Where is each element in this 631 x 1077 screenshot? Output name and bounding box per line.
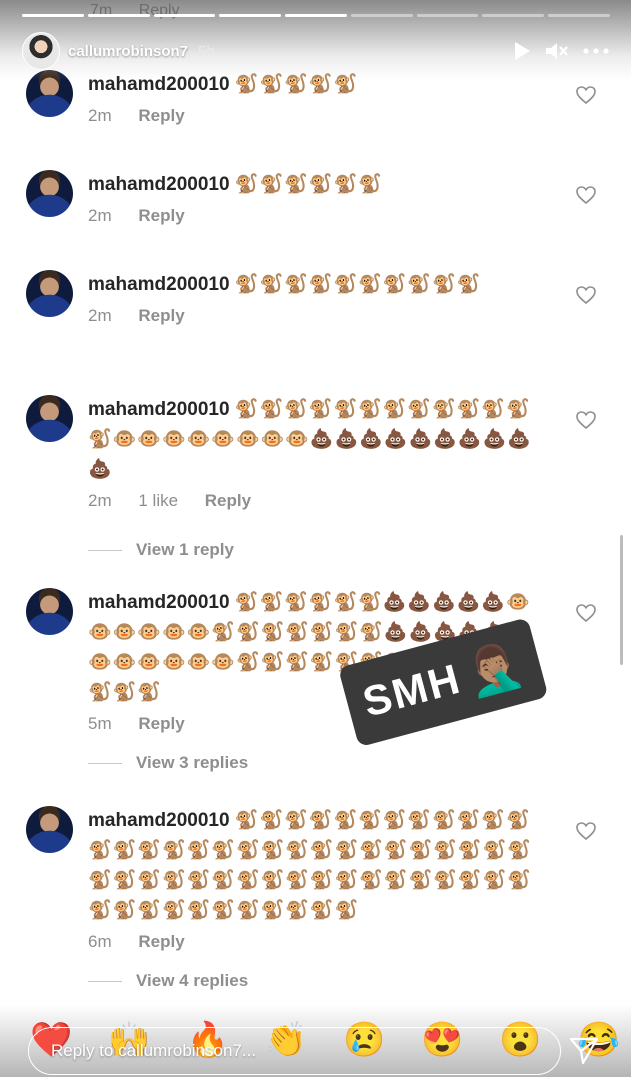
commenter-avatar[interactable] — [26, 270, 73, 317]
comment-reply-button[interactable]: Reply — [138, 714, 184, 733]
comment-time: 6m — [88, 932, 112, 951]
comment-meta: 2m Reply — [88, 106, 538, 126]
sticker-text: SMH — [357, 654, 466, 726]
comment-meta: 2m Reply — [88, 206, 538, 226]
comment-emoji: 🐒🐒🐒🐒🐒🐒 — [234, 174, 383, 195]
comment-time: 2m — [88, 206, 112, 225]
comment-time: 2m — [88, 106, 112, 125]
commenter-username[interactable]: mahamd200010 — [88, 810, 230, 831]
comment-reply-button[interactable]: Reply — [138, 106, 184, 125]
comment-likes[interactable]: 1 like — [138, 491, 178, 510]
story-author-username[interactable]: callumrobinson7 — [68, 43, 188, 60]
previous-comment-meta: 7m Reply — [90, 2, 202, 20]
story-progress-segment — [482, 14, 545, 17]
heart-icon[interactable] — [576, 86, 596, 109]
replies-divider — [88, 549, 122, 551]
comment-text: mahamd200010 🐒🐒🐒🐒🐒🐒 — [88, 170, 538, 200]
story-header: callumrobinson7 5h — [22, 32, 609, 70]
story-progress-segment — [548, 14, 611, 17]
story-controls — [513, 41, 609, 61]
commenter-username[interactable]: mahamd200010 — [88, 399, 230, 420]
comment-text: mahamd200010 🐒🐒🐒🐒🐒🐒🐒🐒🐒🐒🐒🐒🐒🐵🐵🐵🐵🐵🐵🐵🐵💩💩💩💩💩💩… — [88, 395, 538, 485]
comment-meta: 2m Reply — [88, 306, 538, 326]
commenter-avatar[interactable] — [26, 806, 73, 853]
comments-scrollbar[interactable] — [620, 535, 623, 665]
reply-placeholder: Reply to callumrobinson7... — [51, 1041, 257, 1060]
view-replies-link[interactable]: View 1 reply — [88, 540, 234, 560]
heart-icon[interactable] — [576, 822, 596, 845]
heart-icon[interactable] — [576, 286, 596, 309]
heart-icon[interactable] — [576, 411, 596, 434]
comment-emoji: 🐒🐒🐒🐒🐒🐒🐒🐒🐒🐒 — [234, 274, 482, 295]
story-progress-segment — [87, 14, 150, 17]
comment-time: 5m — [88, 714, 112, 733]
view-replies-label: View 4 replies — [136, 971, 249, 990]
comment-body: mahamd200010 🐒🐒🐒🐒🐒🐒 2m Reply — [88, 170, 538, 226]
comment-body: mahamd200010 🐒🐒🐒🐒🐒🐒🐒🐒🐒🐒🐒🐒🐒🐵🐵🐵🐵🐵🐵🐵🐵💩💩💩💩💩💩… — [88, 395, 538, 511]
story-progress-segment — [350, 14, 413, 17]
replies-divider — [88, 762, 122, 764]
comment-text: mahamd200010 🐒🐒🐒🐒🐒🐒🐒🐒🐒🐒 — [88, 270, 538, 300]
view-replies-link[interactable]: View 4 replies — [88, 971, 248, 991]
commenter-username[interactable]: mahamd200010 — [88, 592, 230, 613]
comment-reply-button[interactable]: Reply — [138, 206, 184, 225]
send-icon[interactable] — [569, 1036, 599, 1071]
view-replies-link[interactable]: View 3 replies — [88, 753, 248, 773]
more-icon[interactable] — [583, 47, 609, 55]
commenter-username[interactable]: mahamd200010 — [88, 274, 230, 295]
play-icon[interactable] — [513, 41, 531, 61]
story-progress-segment — [416, 14, 479, 17]
story-progress-bar — [22, 14, 611, 17]
facepalm-emoji: 🤦🏽‍♂️ — [458, 635, 528, 701]
replies-divider — [88, 980, 122, 982]
story-progress-segment — [22, 14, 84, 17]
comment-time: 2m — [88, 306, 112, 325]
commenter-avatar[interactable] — [26, 170, 73, 217]
commenter-avatar[interactable] — [26, 395, 73, 442]
view-replies-label: View 3 replies — [136, 753, 249, 772]
view-replies-label: View 1 reply — [136, 540, 234, 559]
story-progress-segment — [153, 14, 216, 17]
comment-meta: 2m 1 like Reply — [88, 491, 538, 511]
story-progress-segment — [285, 14, 347, 17]
comment-reply-button[interactable]: Reply — [138, 932, 184, 951]
heart-icon[interactable] — [576, 186, 596, 209]
comment-meta: 6m Reply — [88, 932, 538, 952]
story-author-avatar[interactable] — [22, 32, 60, 70]
comment-time: 2m — [88, 491, 112, 510]
comment-body: mahamd200010 🐒🐒🐒🐒🐒🐒🐒🐒🐒🐒 2m Reply — [88, 270, 538, 326]
comment-body: mahamd200010 🐒🐒🐒🐒🐒🐒🐒🐒🐒🐒🐒🐒🐒🐒🐒🐒🐒🐒🐒🐒🐒🐒🐒🐒🐒🐒🐒… — [88, 806, 538, 952]
heart-icon[interactable] — [576, 604, 596, 627]
story-time: 5h — [198, 42, 215, 60]
mute-icon[interactable] — [545, 41, 569, 61]
commenter-username[interactable]: mahamd200010 — [88, 174, 230, 195]
comment-reply-button[interactable]: Reply — [138, 306, 184, 325]
comment-text: mahamd200010 🐒🐒🐒🐒🐒🐒🐒🐒🐒🐒🐒🐒🐒🐒🐒🐒🐒🐒🐒🐒🐒🐒🐒🐒🐒🐒🐒… — [88, 806, 538, 926]
story-reply-input[interactable]: Reply to callumrobinson7... — [28, 1027, 561, 1075]
comment-reply-button[interactable]: Reply — [205, 491, 251, 510]
story-progress-segment — [219, 14, 282, 17]
commenter-avatar[interactable] — [26, 588, 73, 635]
